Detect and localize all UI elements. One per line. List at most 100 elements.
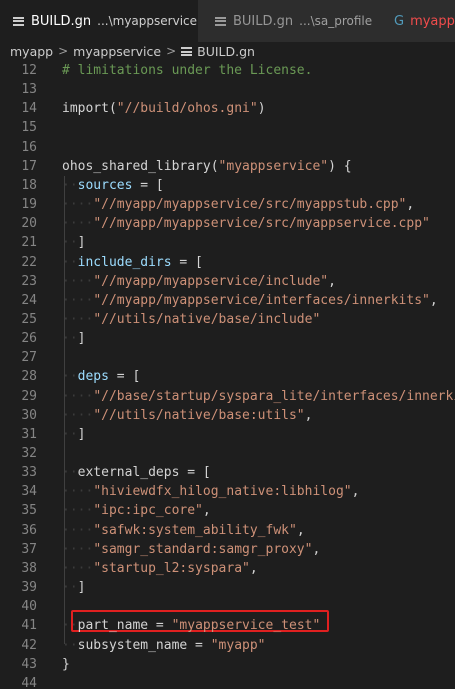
line-number: 20 [21,216,37,232]
code-token: ···· [62,503,94,519]
code-line[interactable]: 19 ····"//myapp/myappservice/src/myappstu… [0,195,455,214]
code-token: ···· [62,197,94,213]
line-number: 24 [21,292,37,308]
code-line[interactable]: 13 [0,80,455,99]
code-line[interactable]: 42 ··subsystem_name = "myapp" [0,636,455,655]
code-token: "samgr_standard:samgr_proxy" [93,541,313,557]
code-line[interactable]: 36 ····"safwk:system_ability_fwk", [0,521,455,540]
code-token: "startup_l2:syspara" [93,560,250,576]
line-number: 21 [21,235,37,251]
code-line[interactable]: 21 ··] [0,233,455,252]
code-line[interactable]: 40 [0,597,455,616]
code-token: "//utils/native/base:utils" [93,407,305,423]
code-line[interactable]: 27 [0,348,455,367]
code-token: "myappservice" [218,158,329,174]
code-text: ··] [62,329,85,348]
code-line[interactable]: 30 ····"//utils/native/base:utils", [0,406,455,425]
code-token: = [ [179,465,211,481]
chevron-right-icon: > [58,44,69,58]
code-token: include_dirs [77,254,172,270]
code-token: "//build/ohos.gni" [116,101,258,117]
code-token: ·· [62,580,78,596]
code-text: ····"//myapp/myappservice/interfaces/inn… [62,291,438,310]
code-line[interactable]: 31 ··] [0,425,455,444]
breadcrumb-item-myapp[interactable]: myapp [10,44,53,59]
code-token: ) { [328,158,352,174]
code-line[interactable]: 24 ····"//myapp/myappservice/interfaces/i… [0,291,455,310]
line-number: 12 [21,63,37,78]
code-text: # limitations under the License. [62,61,312,80]
code-text: ··] [62,233,85,252]
code-text: ··] [62,425,85,444]
code-token: , [296,522,305,538]
chevron-right-icon: > [166,44,177,58]
code-text: ····"startup_l2:syspara", [62,559,258,578]
code-token: "//base/startup/syspara_lite/interfaces/… [93,388,455,404]
code-line[interactable]: 41 ··part_name = "myappservice_test" [0,616,455,635]
code-text: ····"ipc:ipc_core", [62,501,211,520]
line-number: 13 [21,82,37,98]
code-line[interactable]: 12 # limitations under the License. [0,61,455,80]
code-token: = [ [132,177,164,193]
line-number: 29 [21,388,37,404]
code-token: ·· [62,618,78,634]
code-line[interactable]: 28 ··deps = [ [0,367,455,386]
breadcrumb-item-build-gn[interactable]: BUILD.gn [197,44,255,59]
code-token: "//myapp/myappservice/src/myappservice.c… [93,216,430,232]
code-line[interactable]: 22 ··include_dirs = [ [0,253,455,272]
code-text: ····"//myapp/myappservice/src/myappstub.… [62,195,414,214]
code-line[interactable]: 33 ··external_deps = [ [0,463,455,482]
tab-myapps[interactable]: G myapps [380,0,455,42]
code-text: ··] [62,578,85,597]
code-text: ····"safwk:system_ability_fwk", [62,521,305,540]
tab-description: ...\myappservice [97,14,198,28]
code-line[interactable]: 29 ····"//base/startup/syspara_lite/inter… [0,387,455,406]
code-token: "//myapp/myappservice/include" [93,273,329,289]
code-token: ·· [62,369,78,385]
code-line[interactable]: 15 [0,118,455,137]
tab-build-gn-myappservice[interactable]: BUILD.gn ...\myappservice ✕ [0,0,223,42]
code-text: ····"hiviewdfx_hilog_native:libhilog", [62,482,359,501]
code-line[interactable]: 38 ····"startup_l2:syspara", [0,559,455,578]
code-line[interactable]: 43} [0,655,455,674]
code-line[interactable]: 32 [0,444,455,463]
line-number: 23 [21,273,37,289]
code-token: "myapp" [210,637,266,653]
file-lines-icon [12,15,25,28]
code-token: = [ [108,369,141,385]
line-number: 28 [21,369,37,385]
code-token: ) [257,101,266,117]
code-editor[interactable]: 12 # limitations under the License. 13 14 im… [0,61,455,689]
code-line[interactable]: 35 ····"ipc:ipc_core", [0,501,455,520]
code-line[interactable]: 25 ····"//utils/native/base/include" [0,310,455,329]
code-line[interactable]: 39 ··] [0,578,455,597]
line-number: 18 [21,177,37,193]
code-token: ohos_shared_library( [62,158,219,174]
breadcrumb-item-myappservice[interactable]: myappservice [73,44,161,59]
code-token: "ipc:ipc_core" [93,503,203,519]
code-line[interactable]: 17 ohos_shared_library("myappservice") { [0,157,455,176]
code-line[interactable]: 34 ····"hiviewdfx_hilog_native:libhilog", [0,482,455,501]
tab-build-gn-sa-profile[interactable]: BUILD.gn ...\sa_profile [198,0,380,42]
code-token: "//utils/native/base/include" [93,311,321,327]
code-line[interactable]: 14 import("//build/ohos.gni") [0,99,455,118]
code-token: ·· [62,637,78,653]
code-line[interactable]: 26 ··] [0,329,455,348]
code-line[interactable]: 16 [0,138,455,157]
code-token: ] [77,235,86,251]
line-number: 15 [21,120,37,136]
code-token: ] [77,580,86,596]
code-token: "//myapp/myappservice/interfaces/innerki… [93,292,430,308]
code-line[interactable]: 37 ····"samgr_standard:samgr_proxy", [0,540,455,559]
code-token: "safwk:system_ability_fwk" [93,522,297,538]
code-line[interactable]: 44 [0,674,455,689]
line-number: 14 [21,101,37,117]
code-token: } [62,656,70,672]
code-text: ····"//utils/native/base:utils", [62,406,312,425]
editor-tab-bar: BUILD.gn ...\myappservice ✕ BUILD.gn ...… [0,0,455,42]
code-line[interactable]: 18 ··sources = [ [0,176,455,195]
code-line[interactable]: 20 ····"//myapp/myappservice/src/myappser… [0,214,455,233]
line-number: 35 [21,503,37,519]
code-line[interactable]: 23 ····"//myapp/myappservice/include", [0,272,455,291]
code-token: "myappservice_test" [171,618,321,634]
